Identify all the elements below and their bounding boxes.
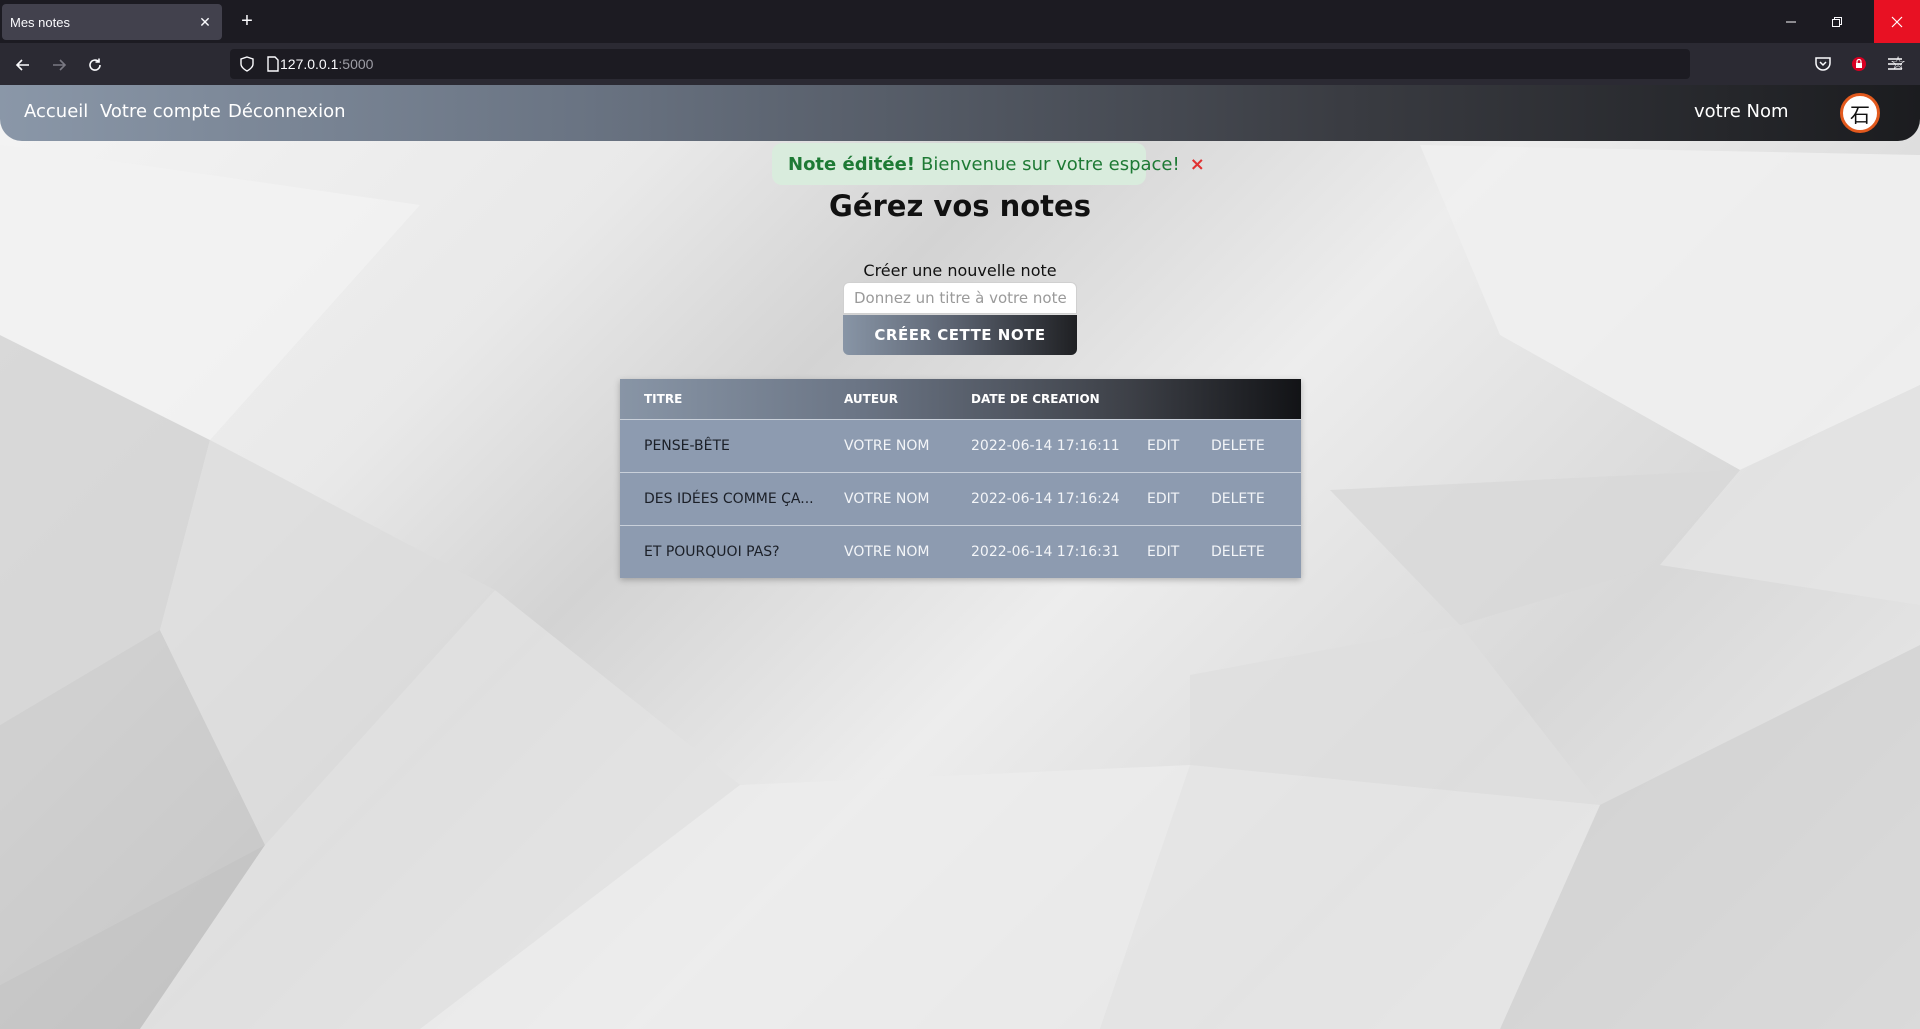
alert-strong-text: Note éditée! xyxy=(788,153,916,175)
tab-title: Mes notes xyxy=(10,14,70,30)
forward-arrow-icon[interactable] xyxy=(46,52,72,78)
reload-icon[interactable] xyxy=(82,52,108,78)
edit-link[interactable]: Edit xyxy=(1147,419,1211,472)
menu-hamburger-icon[interactable] xyxy=(1885,54,1905,74)
note-author-cell: votre Nom xyxy=(844,490,930,507)
pocket-icon[interactable] xyxy=(1813,54,1833,74)
new-note-label: Créer une nouvelle note xyxy=(863,261,1057,280)
avatar[interactable]: 石 xyxy=(1840,93,1880,133)
header-date: Date de creation xyxy=(971,391,1100,406)
note-author-cell: votre Nom xyxy=(844,437,930,454)
back-arrow-icon[interactable] xyxy=(10,52,36,78)
new-tab-icon[interactable]: + xyxy=(235,9,259,33)
url-port: :5000 xyxy=(338,56,374,72)
note-title-cell: Et pourquoi pas? xyxy=(644,543,780,560)
edit-link[interactable]: Edit xyxy=(1147,472,1211,525)
table-header-row: Titre Auteur Date de creation xyxy=(620,379,1301,419)
table-row: Et pourquoi pas? votre Nom 2022-06-14 17… xyxy=(620,525,1301,578)
window-close-icon[interactable] xyxy=(1874,0,1920,43)
page-title: Gérez vos notes xyxy=(829,189,1091,223)
nav-link-deconnexion[interactable]: Déconnexion xyxy=(228,101,346,122)
extension-icon[interactable] xyxy=(1849,54,1869,74)
browser-tabstrip: Mes notes ✕ + xyxy=(0,0,1920,43)
delete-link[interactable]: Delete xyxy=(1211,419,1301,472)
window-minimize-icon[interactable] xyxy=(1768,0,1814,43)
page-info-icon[interactable] xyxy=(264,55,282,73)
window-restore-icon[interactable] xyxy=(1814,0,1860,43)
header-empty xyxy=(1211,379,1301,419)
edit-link[interactable]: Edit xyxy=(1147,525,1211,578)
create-note-button[interactable]: CRÉER CETTE NOTE xyxy=(843,315,1077,355)
address-bar[interactable]: 127.0.0.1:5000 ☆ xyxy=(230,49,1906,79)
browser-tab[interactable]: Mes notes ✕ xyxy=(2,4,222,40)
note-date-cell: 2022-06-14 17:16:31 xyxy=(971,543,1120,560)
tracking-shield-icon[interactable] xyxy=(238,55,256,73)
header-titre: Titre xyxy=(644,391,683,406)
alert-close-icon[interactable]: × xyxy=(1190,154,1205,175)
site-navbar: Accueil Votre compte Déconnexion votre N… xyxy=(0,85,1920,141)
page-viewport: Accueil Votre compte Déconnexion votre N… xyxy=(0,85,1920,1029)
note-date-cell: 2022-06-14 17:16:11 xyxy=(971,437,1120,454)
alert-message: Bienvenue sur votre espace! xyxy=(921,153,1180,175)
note-date-cell: 2022-06-14 17:16:24 xyxy=(971,490,1120,507)
table-row: Des idées comme ça... votre Nom 2022-06-… xyxy=(620,472,1301,525)
header-empty xyxy=(1147,379,1211,419)
header-auteur: Auteur xyxy=(844,391,899,406)
note-title-cell: Des idées comme ça... xyxy=(644,490,814,507)
delete-link[interactable]: Delete xyxy=(1211,525,1301,578)
url-text: 127.0.0.1:5000 xyxy=(280,56,373,72)
notes-table: Titre Auteur Date de creation Pense-bête… xyxy=(620,379,1301,578)
browser-toolbar: 127.0.0.1:5000 ☆ xyxy=(0,43,1920,85)
username-label: votre Nom xyxy=(1694,101,1789,122)
nav-link-accueil[interactable]: Accueil xyxy=(24,101,88,122)
tab-close-icon[interactable]: ✕ xyxy=(196,14,214,31)
delete-link[interactable]: Delete xyxy=(1211,472,1301,525)
nav-link-votre-compte[interactable]: Votre compte xyxy=(100,101,221,122)
flash-alert: Note éditée! Bienvenue sur votre espace!… xyxy=(772,143,1205,185)
note-title-input[interactable] xyxy=(843,282,1077,314)
url-host: 127.0.0.1 xyxy=(280,56,339,72)
note-title-cell: Pense-bête xyxy=(644,437,730,454)
note-author-cell: votre Nom xyxy=(844,543,930,560)
table-row: Pense-bête votre Nom 2022-06-14 17:16:11… xyxy=(620,419,1301,472)
